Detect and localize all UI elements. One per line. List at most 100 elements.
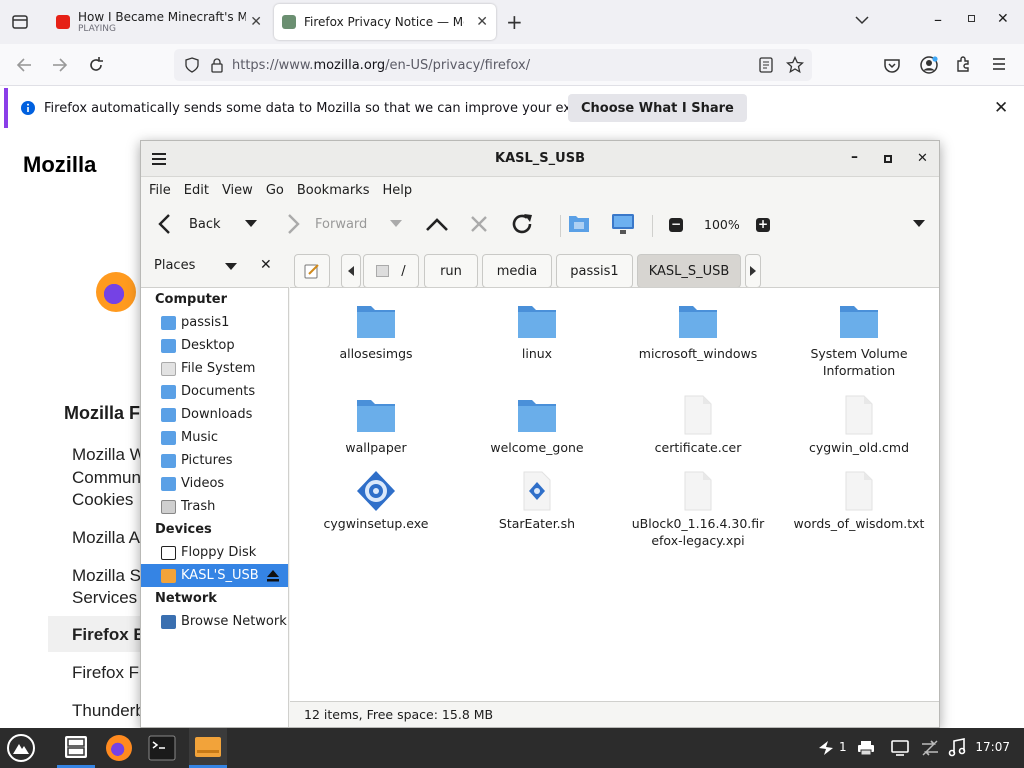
menu-edit[interactable]: Edit [184, 183, 209, 198]
sidebar-item-passis1[interactable]: passis1 [141, 311, 288, 334]
stop-icon[interactable] [469, 214, 489, 234]
page-nav-item-active[interactable]: Firefox B [72, 624, 146, 646]
file-item-welcome-gone[interactable]: welcome_gone [462, 394, 612, 456]
close-side-pane-icon[interactable]: ✕ [260, 257, 272, 273]
close-notice-icon[interactable]: ✕ [994, 98, 1008, 118]
list-all-tabs-icon[interactable] [854, 12, 870, 28]
file-item-allosesimgs[interactable]: allosesimgs [301, 300, 451, 362]
taskbar-usb-drive[interactable] [189, 728, 227, 768]
sidebar-item-browse-network[interactable]: Browse Network [141, 610, 288, 633]
tab-privacy-notice[interactable]: Firefox Privacy Notice — Moz ✕ [274, 4, 496, 40]
side-pane-dropdown-icon[interactable] [225, 263, 237, 271]
sidebar-item-kasls-usb[interactable]: KASL'S_USB [141, 564, 288, 587]
reload-icon[interactable] [86, 55, 106, 75]
clock[interactable]: 17:07 [975, 740, 1010, 754]
file-item-microsoft-windows[interactable]: microsoft_windows [623, 300, 773, 362]
crumb-scroll-left-icon[interactable] [341, 254, 361, 288]
tracking-shield-icon[interactable] [184, 57, 200, 73]
menu-file[interactable]: File [149, 183, 171, 198]
close-tab-icon[interactable]: ✕ [250, 14, 262, 30]
tab-list-icon[interactable] [10, 12, 30, 32]
sidebar-item-file-system[interactable]: File System [141, 357, 288, 380]
taskbar-file-manager[interactable] [57, 728, 95, 768]
close-icon[interactable]: ✕ [917, 151, 928, 166]
edit-path-button[interactable] [294, 254, 330, 288]
page-nav-item[interactable]: Commun [72, 467, 141, 489]
file-item-words-of-wisdom-txt[interactable]: words_of_wisdom.txt [784, 470, 934, 532]
bookmark-star-icon[interactable] [786, 56, 804, 74]
menu-view[interactable]: View [222, 183, 253, 198]
maximize-icon[interactable] [884, 155, 892, 163]
pocket-icon[interactable] [883, 56, 901, 74]
sidebar-item-pictures[interactable]: Pictures [141, 449, 288, 472]
sidebar-item-desktop[interactable]: Desktop [141, 334, 288, 357]
zoom-out-icon[interactable]: − [669, 218, 683, 232]
forward-history-icon[interactable] [390, 220, 402, 228]
minimize-icon[interactable]: – [934, 10, 942, 29]
up-icon[interactable] [425, 216, 449, 232]
eject-icon[interactable] [266, 569, 280, 583]
reader-view-icon[interactable] [758, 57, 774, 73]
close-window-icon[interactable]: ✕ [997, 11, 1009, 27]
forward-arrow-icon[interactable] [50, 55, 70, 75]
file-item-system-volume-information[interactable]: System Volume Information [784, 300, 934, 379]
crumb-scroll-right-icon[interactable] [745, 254, 761, 288]
breadcrumb-media[interactable]: media [482, 254, 552, 288]
sidebar-item-documents[interactable]: Documents [141, 380, 288, 403]
network-icon[interactable] [920, 739, 940, 757]
back-arrow-icon[interactable] [14, 55, 34, 75]
taskbar-firefox[interactable] [100, 728, 138, 768]
page-nav-item[interactable]: Cookies [72, 489, 133, 511]
music-player-icon[interactable] [948, 738, 966, 758]
file-item-cygwin-old-cmd[interactable]: cygwin_old.cmd [784, 394, 934, 456]
sidebar-item-trash[interactable]: Trash [141, 495, 288, 518]
home-folder-icon[interactable] [568, 213, 590, 233]
sidebar-item-floppy-disk[interactable]: Floppy Disk [141, 541, 288, 564]
extensions-icon[interactable] [955, 55, 973, 73]
side-pane-selector[interactable]: Places [154, 258, 195, 273]
page-nav-item[interactable]: Mozilla A [72, 527, 140, 549]
page-nav-item[interactable]: Services [72, 587, 137, 609]
file-item-certificate-cer[interactable]: certificate.cer [623, 394, 773, 456]
lock-icon[interactable] [210, 57, 224, 73]
zoom-in-icon[interactable]: + [756, 218, 770, 232]
back-button[interactable]: Back [157, 213, 221, 235]
sidebar-item-videos[interactable]: Videos [141, 472, 288, 495]
taskbar-terminal[interactable] [143, 728, 181, 768]
display-icon[interactable] [891, 740, 909, 756]
account-icon[interactable] [919, 55, 939, 75]
close-tab-icon[interactable]: ✕ [476, 14, 488, 30]
menu-help[interactable]: Help [382, 183, 412, 198]
breadcrumb-root[interactable]: / [363, 254, 419, 288]
toolbar-overflow-icon[interactable] [913, 220, 925, 228]
page-nav-item[interactable]: Mozilla S [72, 565, 141, 587]
breadcrumb-run[interactable]: run [424, 254, 478, 288]
url-bar[interactable]: https://www.mozilla.org/en-US/privacy/fi… [174, 49, 812, 81]
desktop-icon[interactable] [611, 213, 635, 235]
window-titlebar[interactable]: KASL_S_USB – ✕ [141, 141, 939, 177]
sidebar-item-downloads[interactable]: Downloads [141, 403, 288, 426]
breadcrumb-passis1[interactable]: passis1 [556, 254, 633, 288]
minimize-icon[interactable]: – [851, 149, 858, 165]
printer-icon[interactable] [857, 740, 875, 756]
file-item-cygwinsetup-exe[interactable]: cygwinsetup.exe [301, 470, 451, 532]
forward-button[interactable]: Forward [285, 213, 367, 235]
new-tab-icon[interactable]: + [506, 10, 523, 34]
back-history-icon[interactable] [245, 220, 257, 228]
app-menu-icon[interactable] [991, 56, 1007, 72]
file-item-stareater-sh[interactable]: StarEater.sh [462, 470, 612, 532]
page-nav-item[interactable]: Thunderb [72, 700, 145, 722]
maximize-icon[interactable] [968, 15, 975, 22]
file-item-wallpaper[interactable]: wallpaper [301, 394, 451, 456]
file-item-ublock-xpi[interactable]: uBlock0_1.16.4.30.firefox-legacy.xpi [623, 470, 773, 549]
file-item-linux[interactable]: linux [462, 300, 612, 362]
page-nav-item[interactable]: Mozilla W [72, 444, 146, 466]
choose-what-i-share-button[interactable]: Choose What I Share [568, 94, 747, 122]
menu-bookmarks[interactable]: Bookmarks [297, 183, 370, 198]
page-nav-item[interactable]: Firefox F [72, 662, 139, 684]
breadcrumb-kasl-s-usb[interactable]: KASL_S_USB [637, 254, 741, 288]
menu-go[interactable]: Go [266, 183, 284, 198]
tab-minecraft[interactable]: How I Became Minecraft's MC PLAYING ✕ [48, 4, 270, 40]
notification-icon[interactable] [816, 739, 836, 757]
mozilla-logo[interactable]: Mozilla [23, 152, 96, 178]
